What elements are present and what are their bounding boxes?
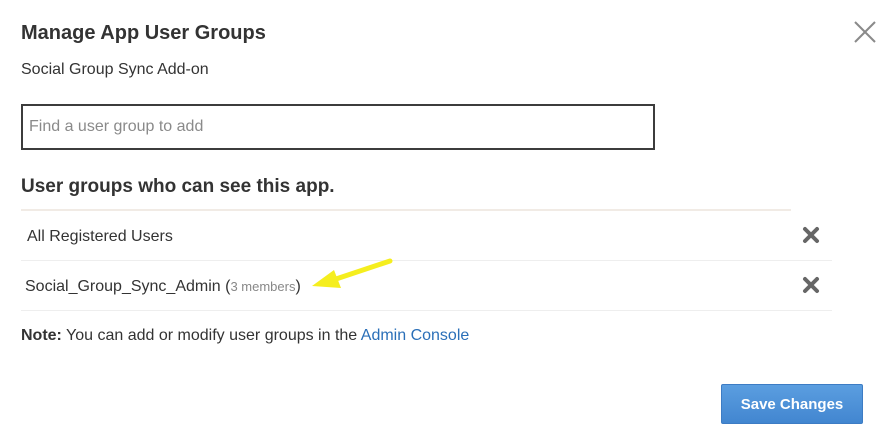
dialog-title: Manage App User Groups <box>21 22 266 44</box>
group-row: Social_Group_Sync_Admin (3 members) <box>21 261 832 311</box>
close-icon <box>854 21 876 43</box>
remove-group-button[interactable] <box>802 276 820 294</box>
group-name: All Registered Users <box>27 227 173 247</box>
manage-user-groups-dialog: Manage App User Groups Social Group Sync… <box>0 0 889 435</box>
group-name: Social_Group_Sync_Admin (3 members) <box>25 278 301 295</box>
note-body: You can add or modify user groups in the <box>61 327 361 344</box>
dialog-subtitle: Social Group Sync Add-on <box>21 61 209 78</box>
note-text: Note: You can add or modify user groups … <box>21 326 469 346</box>
group-name-text: All Registered Users <box>27 228 173 245</box>
groups-section-heading: User groups who can see this app. <box>21 176 335 197</box>
yellow-arrow-icon <box>312 258 393 288</box>
find-user-group-input[interactable] <box>21 104 655 150</box>
group-row: All Registered Users <box>21 211 832 261</box>
member-count: 3 members <box>230 279 296 294</box>
remove-x-icon <box>803 277 819 293</box>
user-group-list: All Registered Users Social_Group_Sync_A… <box>21 211 832 311</box>
close-button[interactable] <box>850 17 880 47</box>
save-changes-button[interactable]: Save Changes <box>721 384 863 424</box>
admin-console-link[interactable]: Admin Console <box>361 327 470 344</box>
group-name-text: Social_Group_Sync_Admin <box>25 278 221 295</box>
remove-group-button[interactable] <box>802 226 820 244</box>
remove-x-icon <box>803 227 819 243</box>
note-label: Note: <box>21 327 62 344</box>
